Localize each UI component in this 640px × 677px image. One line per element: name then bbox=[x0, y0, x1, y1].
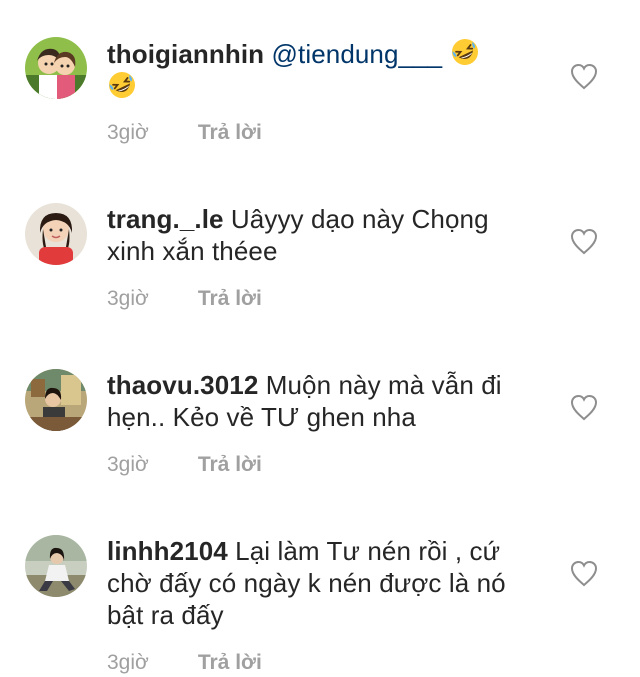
heart-outline-icon[interactable] bbox=[569, 227, 599, 255]
heart-outline-icon[interactable] bbox=[569, 559, 599, 587]
avatar-image bbox=[25, 369, 87, 431]
comment-mention[interactable]: @tiendung___ bbox=[272, 39, 443, 69]
comment-timestamp: 3giờ bbox=[107, 453, 149, 476]
comment-meta: 3giờ Trả lời bbox=[107, 120, 262, 146]
comment-timestamp: 3giờ bbox=[107, 651, 149, 674]
comment-username[interactable]: linhh2104 bbox=[107, 536, 228, 566]
comment-username[interactable]: trang._.le bbox=[107, 204, 224, 234]
comment-text: trang._.le Uâyyy dạo này Chọng xinh xắn … bbox=[107, 203, 527, 267]
avatar-image bbox=[25, 535, 87, 597]
comment-timestamp: 3giờ bbox=[107, 287, 149, 310]
avatar[interactable] bbox=[25, 37, 87, 99]
comment-meta: 3giờ Trả lời bbox=[107, 452, 262, 478]
comment-timestamp: 3giờ bbox=[107, 121, 149, 144]
avatar[interactable] bbox=[25, 369, 87, 431]
comment-text: thaovu.3012 Muộn này mà vẫn đi hẹn.. Kẻo… bbox=[107, 369, 527, 433]
comment-username[interactable]: thoigiannhin bbox=[107, 39, 264, 69]
avatar[interactable] bbox=[25, 203, 87, 265]
avatar-image bbox=[25, 37, 87, 99]
rolling-on-floor-laughing-emoji-icon bbox=[450, 37, 480, 67]
avatar[interactable] bbox=[25, 535, 87, 597]
comment-text: linhh2104 Lại làm Tư nén rồi , cứ chờ đấ… bbox=[107, 535, 527, 631]
reply-button[interactable]: Trả lời bbox=[198, 651, 262, 674]
comment-username[interactable]: thaovu.3012 bbox=[107, 370, 258, 400]
reply-button[interactable]: Trả lời bbox=[198, 453, 262, 476]
reply-button[interactable]: Trả lời bbox=[198, 121, 262, 144]
heart-outline-icon[interactable] bbox=[569, 393, 599, 421]
comment-meta: 3giờ Trả lời bbox=[107, 286, 262, 312]
comment-text: thoigiannhin @tiendung___ bbox=[107, 37, 527, 103]
heart-outline-icon[interactable] bbox=[569, 62, 599, 90]
reply-button[interactable]: Trả lời bbox=[198, 287, 262, 310]
rolling-on-floor-laughing-emoji-icon bbox=[107, 70, 137, 100]
avatar-image bbox=[25, 203, 87, 265]
comment-meta: 3giờ Trả lời bbox=[107, 650, 262, 676]
